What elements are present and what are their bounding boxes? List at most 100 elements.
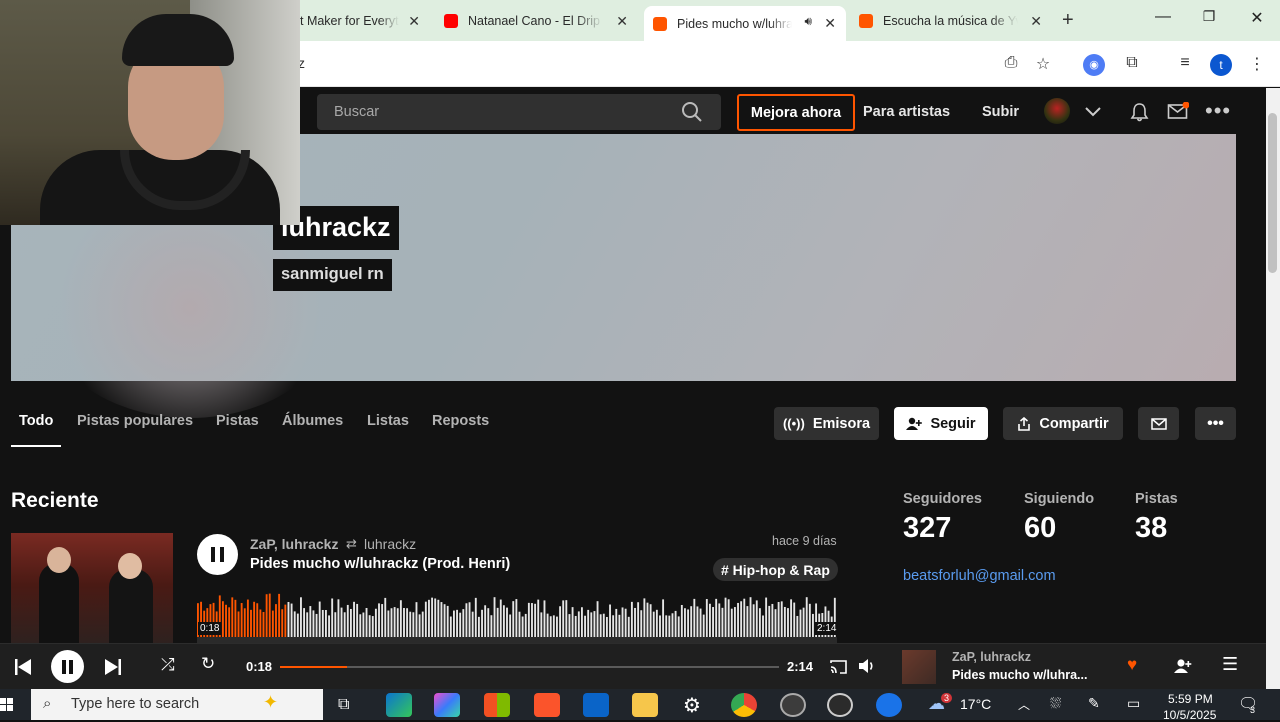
tracks-count[interactable]: 38 (1135, 512, 1167, 545)
now-playing-artist[interactable]: ZaP, luhrackz (952, 650, 1031, 664)
minimize-icon[interactable]: — (1140, 8, 1186, 32)
search-icon[interactable] (680, 100, 704, 124)
upload-link[interactable]: Subir (982, 104, 1019, 120)
microsoft-store-icon[interactable] (484, 693, 510, 717)
tab-pistas[interactable]: Pistas (216, 413, 259, 429)
player-pause-button[interactable] (51, 650, 84, 683)
contact-email-link[interactable]: beatsforluh@gmail.com (903, 568, 1056, 584)
tab-albumes[interactable]: Álbumes (282, 413, 343, 429)
user-avatar[interactable] (1044, 98, 1070, 124)
station-button[interactable]: ((•)) Emisora (774, 407, 879, 440)
follow-button[interactable]: Seguir (894, 407, 988, 440)
waveform-bar (796, 615, 799, 637)
bookmark-star-icon[interactable]: ☆ (1032, 54, 1054, 76)
track-waveform[interactable] (197, 593, 837, 643)
extension-icon[interactable]: ◉ (1083, 54, 1105, 76)
volume-icon[interactable] (858, 658, 876, 674)
notifications-bell-icon[interactable] (1130, 102, 1149, 122)
edge-icon[interactable] (386, 693, 412, 717)
waveform-bar (406, 608, 409, 637)
track-title[interactable]: Pides mucho w/luhrackz (Prod. Henri) (250, 556, 510, 572)
restore-icon[interactable]: ❐ (1186, 8, 1232, 32)
scrollbar-thumb[interactable] (1268, 113, 1277, 273)
close-window-icon[interactable]: ✕ (1234, 8, 1280, 32)
install-app-icon[interactable]: ⎙ (1000, 54, 1022, 76)
media-player-icon[interactable] (827, 693, 853, 717)
track-pause-button[interactable] (197, 534, 238, 575)
file-explorer-icon[interactable] (632, 693, 658, 717)
settings-gear-icon[interactable]: ⚙ (683, 693, 701, 718)
message-button[interactable] (1138, 407, 1179, 440)
weather-temperature[interactable]: 17°C (960, 696, 991, 712)
now-playing-artwork[interactable] (902, 650, 936, 684)
speaker-icon[interactable]: 🔊︎ (804, 14, 812, 29)
next-track-icon[interactable] (103, 658, 123, 676)
tab-listas[interactable]: Listas (367, 413, 409, 429)
media-control-icon[interactable]: ≡ (1174, 54, 1196, 76)
notifications-icon[interactable]: 🗨︎ (1238, 694, 1258, 714)
search-input[interactable]: Buscar (317, 94, 721, 130)
browser-tab-1[interactable]: t Maker for Everyt ✕ (300, 6, 430, 36)
clock-time[interactable]: 5:59 PM (1168, 692, 1213, 706)
windows-start-icon[interactable] (0, 698, 13, 711)
extensions-puzzle-icon[interactable]: ⧉ (1121, 54, 1143, 76)
repeat-icon[interactable]: ↻ (201, 654, 215, 674)
chrome-icon[interactable] (731, 693, 757, 717)
tracks-label[interactable]: Pistas (1135, 491, 1178, 507)
waveform-bar (630, 601, 633, 637)
follow-artist-icon[interactable] (1174, 658, 1192, 674)
help-icon[interactable] (876, 693, 902, 717)
now-playing-title[interactable]: Pides mucho w/luhra... (952, 668, 1087, 682)
waveform-bar (378, 603, 380, 637)
brave-icon[interactable] (534, 693, 560, 717)
task-view-icon[interactable]: ⧉ (338, 696, 349, 714)
shuffle-icon[interactable]: ⤮ (161, 655, 175, 675)
copilot-icon[interactable] (434, 693, 460, 717)
queue-icon[interactable]: ☰ (1222, 654, 1238, 675)
browser-tab-4[interactable]: Escucha la música de Yvr ✕ (850, 6, 1052, 36)
battery-icon[interactable]: ▭ (1127, 695, 1140, 712)
close-tab-icon[interactable]: ✕ (616, 13, 628, 30)
following-label[interactable]: Siguiendo (1024, 491, 1094, 507)
upgrade-button[interactable]: Mejora ahora (737, 94, 855, 131)
followers-count[interactable]: 327 (903, 512, 951, 545)
previous-track-icon[interactable] (13, 658, 33, 676)
network-icon[interactable]: ⛆ (1050, 695, 1061, 712)
chevron-down-icon[interactable] (1084, 106, 1102, 118)
track-reposter[interactable]: luhrackz (364, 536, 416, 552)
track-artists[interactable]: ZaP, luhrackz (250, 536, 338, 552)
player-progress-bar[interactable] (280, 666, 779, 668)
taskbar-search-input[interactable]: ⌕ Type here to search ✦ (31, 689, 323, 720)
pen-icon[interactable]: ✎ (1088, 695, 1100, 712)
close-tab-icon[interactable]: ✕ (824, 15, 836, 32)
browser-tab-2[interactable]: Natanael Cano - El Drip ( ✕ (436, 6, 638, 36)
cast-icon[interactable] (830, 659, 847, 674)
more-options-icon[interactable]: ••• (1205, 98, 1231, 124)
tab-todo[interactable]: Todo (19, 413, 53, 429)
close-tab-icon[interactable]: ✕ (408, 13, 420, 30)
close-tab-icon[interactable]: ✕ (1030, 13, 1042, 30)
tab-pistas-populares[interactable]: Pistas populares (77, 413, 193, 429)
followers-label[interactable]: Seguidores (903, 491, 982, 507)
like-heart-icon[interactable]: ♥ (1127, 655, 1137, 675)
profile-avatar[interactable]: t (1210, 54, 1232, 76)
tab-reposts[interactable]: Reposts (432, 413, 489, 429)
waveform-bar (490, 615, 493, 637)
genre-tag[interactable]: # Hip-hop & Rap (713, 558, 838, 581)
tray-chevron-up-icon[interactable]: ︿ (1018, 696, 1030, 713)
following-count[interactable]: 60 (1024, 512, 1056, 545)
waveform-bar (755, 600, 758, 637)
artwork-face (118, 553, 142, 579)
follow-user-icon (906, 417, 923, 430)
share-button[interactable]: Compartir (1003, 407, 1123, 440)
messages-mail-icon[interactable] (1167, 102, 1189, 120)
for-artists-link[interactable]: Para artistas (863, 104, 950, 120)
new-tab-icon[interactable]: + (1062, 9, 1074, 32)
outlook-icon[interactable] (583, 693, 609, 717)
browser-menu-icon[interactable]: ⋮ (1246, 54, 1268, 76)
waveform-bar (465, 603, 468, 637)
obs-icon[interactable] (780, 693, 806, 717)
browser-tab-3-active[interactable]: Pides mucho w/luhra 🔊︎ ✕ (644, 6, 846, 41)
more-actions-button[interactable]: ••• (1195, 407, 1236, 440)
track-artwork[interactable] (11, 533, 173, 643)
